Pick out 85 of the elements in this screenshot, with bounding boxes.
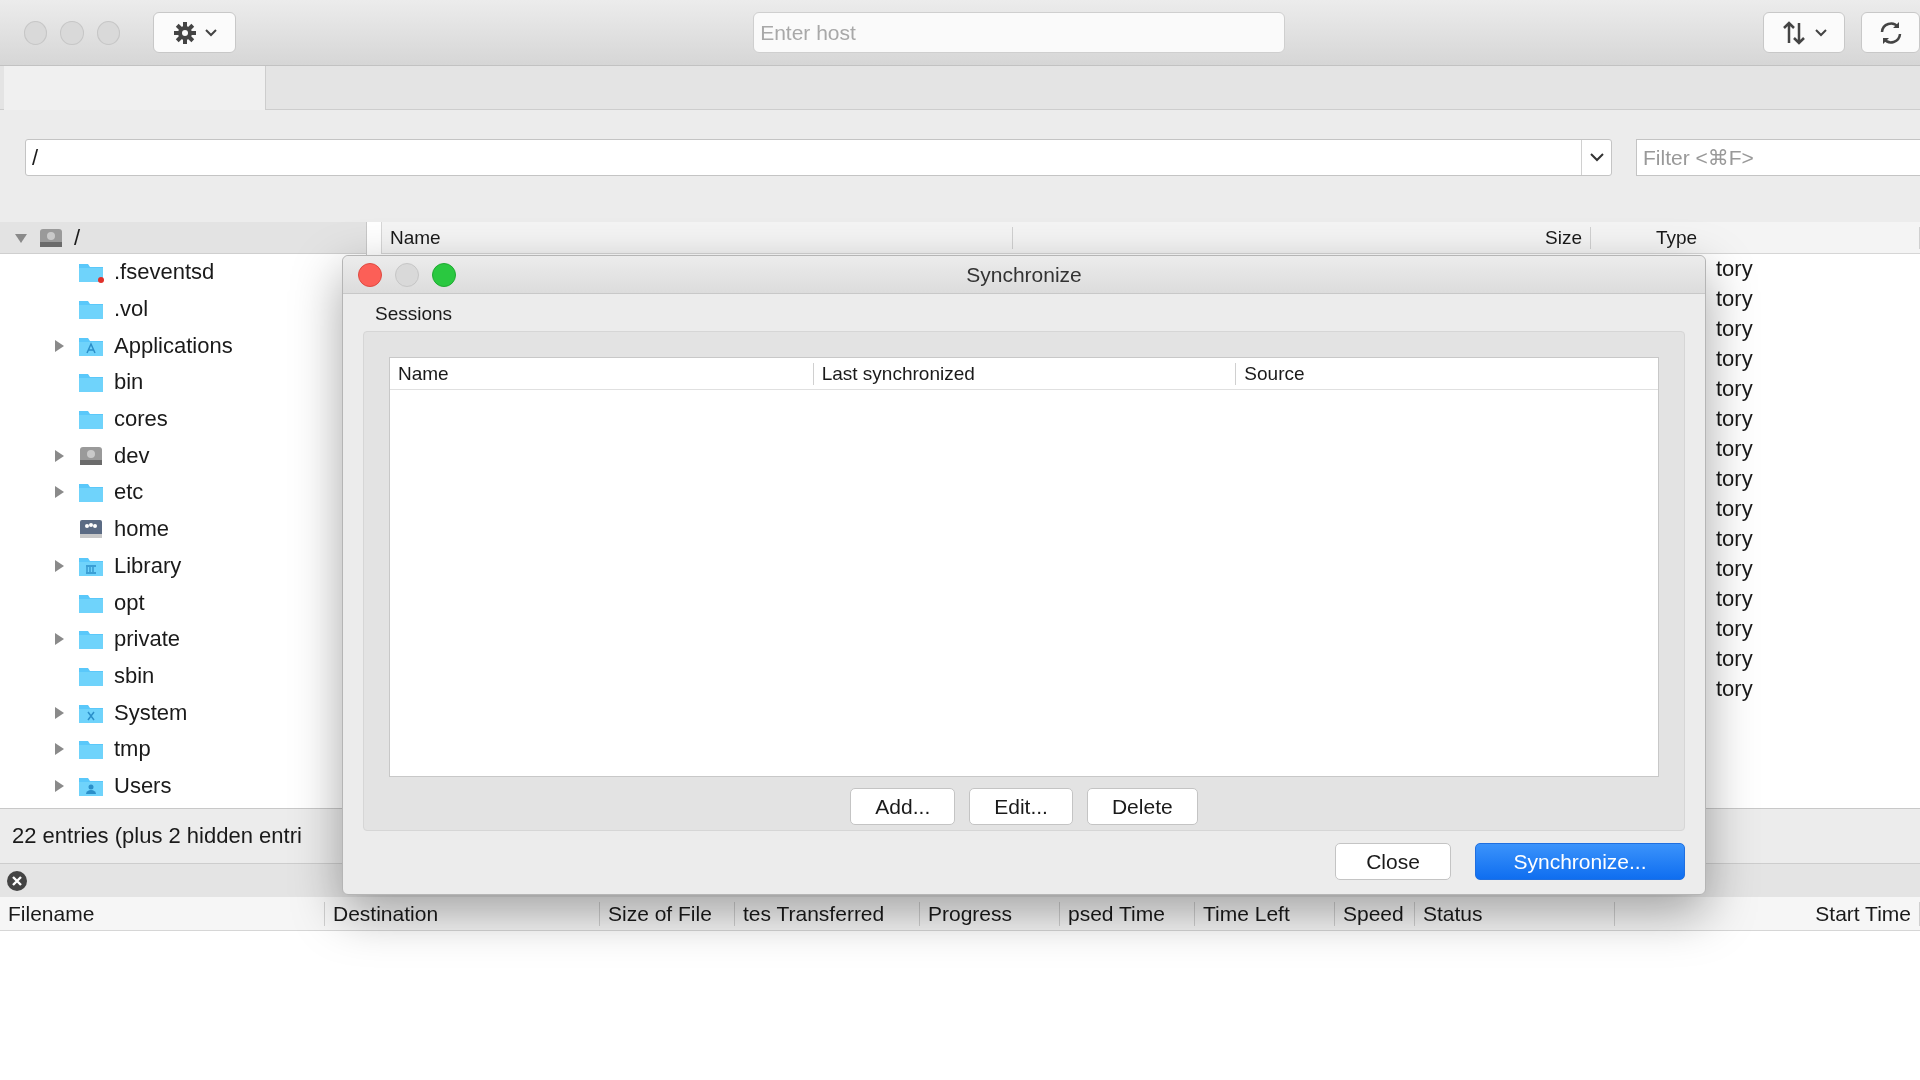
expand-triangle-icon[interactable]: [52, 778, 66, 793]
column-header[interactable]: psed Time: [1060, 901, 1195, 926]
settings-icon: [172, 20, 197, 45]
table-cell-text: tory: [1715, 466, 1754, 492]
tree-item[interactable]: .fseventsd: [114, 259, 215, 286]
column-header[interactable]: Source: [1235, 362, 1658, 385]
column-header[interactable]: Start Time: [1615, 901, 1920, 926]
column-header[interactable]: Speed: [1335, 901, 1415, 926]
folder-icon: [78, 298, 104, 321]
column-header[interactable]: Filename: [0, 901, 325, 926]
tree-item[interactable]: sbin: [114, 662, 155, 689]
clear-icon[interactable]: [6, 869, 28, 892]
tree-item[interactable]: dev: [114, 442, 150, 469]
column-header[interactable]: Size of File: [600, 901, 735, 926]
tree-item[interactable]: etc: [114, 479, 144, 506]
table-cell-text: tory: [1715, 496, 1754, 522]
tree-item[interactable]: /: [74, 224, 81, 251]
tree-item[interactable]: System: [114, 699, 188, 726]
folder-icon: [78, 371, 104, 394]
section-label: Sessions: [375, 303, 454, 325]
column-header[interactable]: Progress: [920, 901, 1060, 926]
filter-field[interactable]: Filter <⌘F>: [1636, 139, 1920, 176]
table-cell-text: tory: [1715, 676, 1754, 702]
table-cell-text: tory: [1715, 436, 1754, 462]
tree-item[interactable]: bin: [114, 369, 144, 396]
tree-item[interactable]: tmp: [114, 736, 151, 763]
synchronize-button[interactable]: Synchronize...: [1475, 843, 1685, 880]
column-header[interactable]: Name: [382, 226, 1013, 249]
column-header[interactable]: Size: [1013, 226, 1591, 249]
table-cell-text: tory: [1715, 646, 1754, 672]
expand-triangle-icon[interactable]: [52, 705, 66, 720]
zoom-window-button[interactable]: [432, 262, 456, 287]
table-cell-text: tory: [1715, 376, 1754, 402]
tree-item[interactable]: private: [114, 626, 181, 653]
column-header[interactable]: Time Left: [1195, 901, 1335, 926]
caret-icon: [204, 28, 217, 37]
tree-item[interactable]: Library: [114, 552, 182, 579]
tree-item[interactable]: home: [114, 516, 170, 543]
expand-triangle-icon[interactable]: [52, 742, 66, 757]
column-header[interactable]: tes Transferred: [735, 901, 920, 926]
expand-triangle-icon[interactable]: [52, 338, 66, 353]
folder-icon: [78, 738, 104, 761]
column-header[interactable]: Last synchronized: [812, 362, 1236, 385]
host-field[interactable]: Enter host: [753, 12, 1286, 53]
session-button[interactable]: Edit...: [969, 788, 1073, 825]
column-header[interactable]: Destination: [325, 901, 600, 926]
transfer-mode-button[interactable]: [1763, 12, 1846, 53]
table-cell-text: tory: [1715, 616, 1754, 642]
column-header[interactable]: Name: [390, 362, 813, 385]
table-cell-text: tory: [1715, 256, 1754, 282]
folder-icon: [78, 481, 104, 504]
settings-menu-button[interactable]: [153, 12, 237, 53]
tree-item[interactable]: cores: [114, 406, 168, 433]
folder-icon: [78, 628, 104, 651]
status-text: 22 entries (plus 2 hidden entri: [12, 823, 302, 849]
table-cell-text: tory: [1715, 556, 1754, 582]
tree-item[interactable]: Applications: [114, 332, 233, 359]
path-field[interactable]: /: [25, 139, 1612, 176]
tree-item[interactable]: .vol: [114, 296, 149, 323]
network-drive-icon: [78, 518, 104, 541]
refresh-button[interactable]: [1861, 12, 1920, 53]
caret-icon: [1815, 28, 1828, 37]
session-button[interactable]: Add...: [850, 788, 956, 825]
expand-triangle-icon[interactable]: [52, 558, 66, 573]
table-cell-text: tory: [1715, 286, 1754, 312]
expand-triangle-icon[interactable]: [52, 485, 66, 500]
folder-icon: [78, 261, 104, 284]
dialog-title: Synchronize: [965, 262, 1083, 287]
session-button[interactable]: Delete: [1086, 788, 1198, 825]
table-cell-text: tory: [1715, 586, 1754, 612]
tree-item[interactable]: opt: [114, 589, 145, 616]
table-cell-text: tory: [1715, 316, 1754, 342]
transfer-arrows-icon: [1781, 19, 1808, 46]
table-cell-text: tory: [1715, 406, 1754, 432]
tree-item[interactable]: Users: [114, 772, 172, 799]
table-cell-text: tory: [1715, 526, 1754, 552]
expand-triangle-icon[interactable]: [52, 448, 66, 463]
column-header[interactable]: Status: [1415, 901, 1615, 926]
folder-icon: [78, 408, 104, 431]
caret-icon: [1589, 153, 1604, 162]
column-header[interactable]: Type: [1648, 226, 1920, 249]
table-cell-text: tory: [1715, 346, 1754, 372]
close-window-button[interactable]: [358, 262, 382, 287]
expand-triangle-icon[interactable]: [52, 632, 66, 647]
close-button[interactable]: Close: [1335, 843, 1451, 880]
